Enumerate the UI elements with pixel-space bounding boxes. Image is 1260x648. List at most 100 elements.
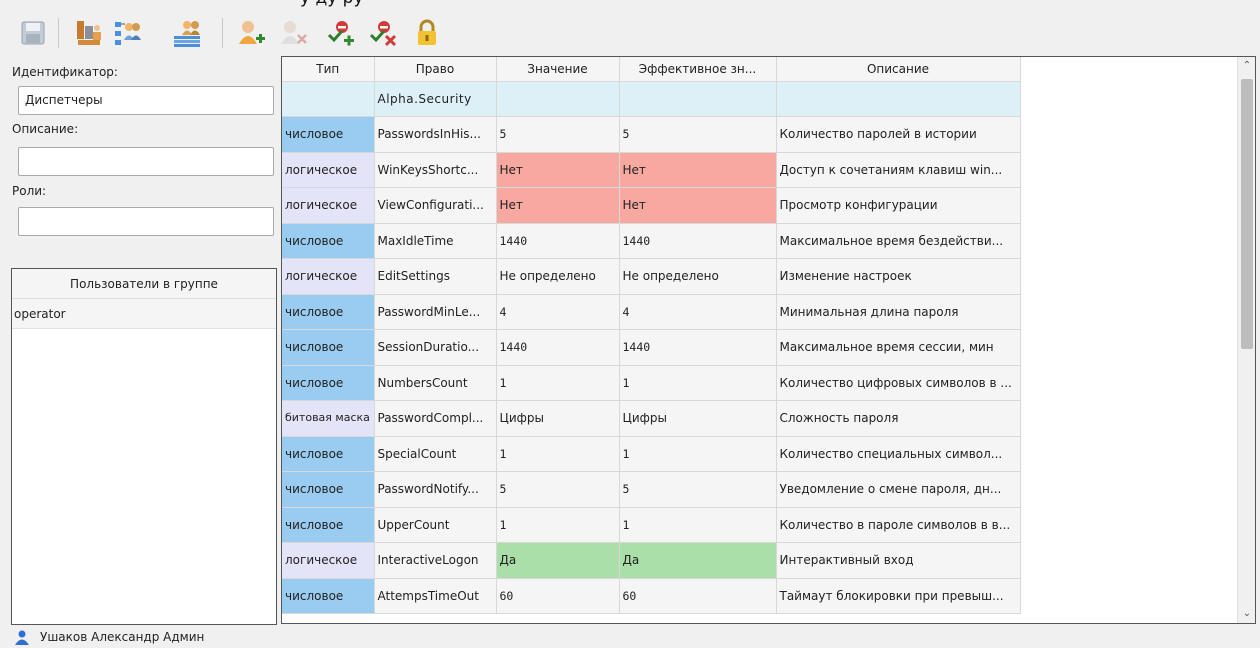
- effective-value-cell[interactable]: 5: [619, 471, 777, 508]
- group-tree-button[interactable]: [110, 16, 144, 50]
- value-cell[interactable]: Нет: [496, 152, 620, 188]
- value-cell[interactable]: 1: [496, 507, 620, 543]
- scrollbar-thumb[interactable]: [1241, 79, 1253, 349]
- right-name-cell[interactable]: PasswordMinLe...: [374, 294, 497, 330]
- column-header-description[interactable]: Описание: [776, 57, 1021, 82]
- description-field[interactable]: [18, 147, 274, 176]
- type-cell[interactable]: логическое: [282, 258, 375, 295]
- value-cell[interactable]: 5: [496, 471, 620, 508]
- group-row[interactable]: Alpha.Security: [282, 81, 1238, 117]
- effective-value-cell[interactable]: 1: [619, 436, 777, 472]
- table-row[interactable]: числовое PasswordMinLe... 4 4 Минимальная дл…: [282, 294, 1238, 330]
- description-cell[interactable]: Количество в пароле символов в в...: [776, 507, 1021, 543]
- right-name-cell[interactable]: InteractiveLogon: [374, 542, 497, 579]
- effective-value-cell[interactable]: Не определено: [619, 258, 777, 295]
- type-cell[interactable]: числовое: [282, 365, 375, 401]
- group-list-button[interactable]: [170, 16, 204, 50]
- table-row[interactable]: битовая маска PasswordCompl... Цифры Цифры С…: [282, 400, 1238, 437]
- table-row[interactable]: числовое PasswordNotify... 5 5 Уведомление о…: [282, 471, 1238, 508]
- description-cell[interactable]: Максимальное время сессии, мин: [776, 329, 1021, 366]
- table-row[interactable]: логическое InteractiveLogon Да Да Интерактив…: [282, 542, 1238, 579]
- type-cell[interactable]: битовая маска: [282, 400, 375, 437]
- description-cell[interactable]: Интерактивный вход: [776, 542, 1021, 579]
- effective-value-cell[interactable]: 60: [619, 578, 777, 614]
- table-row[interactable]: логическое ViewConfigurati... Нет Нет Просмо…: [282, 187, 1238, 224]
- table-row[interactable]: числовое AttempsTimeOut 60 60 Таймаут блокир…: [282, 578, 1238, 614]
- description-cell[interactable]: Изменение настроек: [776, 258, 1021, 295]
- effective-value-cell[interactable]: Нет: [619, 152, 777, 188]
- value-cell[interactable]: 60: [496, 578, 620, 614]
- effective-value-cell[interactable]: 1: [619, 365, 777, 401]
- column-header-effective-value[interactable]: Эффективное зн...: [619, 57, 777, 82]
- value-cell[interactable]: 1440: [496, 223, 620, 259]
- column-header-right[interactable]: Право: [374, 57, 497, 82]
- right-name-cell[interactable]: ViewConfigurati...: [374, 187, 497, 224]
- effective-value-cell[interactable]: Да: [619, 542, 777, 579]
- table-row[interactable]: логическое EditSettings Не определено Не оп…: [282, 258, 1238, 295]
- remove-user-button[interactable]: [276, 16, 310, 50]
- value-cell[interactable]: Нет: [496, 187, 620, 224]
- table-row[interactable]: числовое PasswordsInHis... 5 5 Количество па…: [282, 116, 1238, 153]
- right-name-cell[interactable]: NumbersCount: [374, 365, 497, 401]
- type-cell[interactable]: числовое: [282, 578, 375, 614]
- description-cell[interactable]: Минимальная длина пароля: [776, 294, 1021, 330]
- type-cell[interactable]: логическое: [282, 187, 375, 224]
- effective-value-cell[interactable]: 1440: [619, 223, 777, 259]
- right-name-cell[interactable]: PasswordsInHis...: [374, 116, 497, 153]
- effective-value-cell[interactable]: 1440: [619, 329, 777, 366]
- description-cell[interactable]: Максимальное время бездействи...: [776, 223, 1021, 259]
- column-header-value[interactable]: Значение: [496, 57, 620, 82]
- value-cell[interactable]: 1: [496, 436, 620, 472]
- value-cell[interactable]: 4: [496, 294, 620, 330]
- column-header-type[interactable]: Тип: [282, 57, 375, 82]
- type-cell[interactable]: числовое: [282, 507, 375, 543]
- effective-value-cell[interactable]: Цифры: [619, 400, 777, 437]
- table-vertical-scrollbar[interactable]: ⌃ ⌄: [1237, 57, 1255, 623]
- description-cell[interactable]: Доступ к сочетаниям клавиш win...: [776, 152, 1021, 188]
- right-name-cell[interactable]: AttempsTimeOut: [374, 578, 497, 614]
- roles-field[interactable]: [18, 207, 274, 236]
- type-cell[interactable]: числовое: [282, 436, 375, 472]
- description-cell[interactable]: Количество паролей в истории: [776, 116, 1021, 153]
- description-cell[interactable]: Количество цифровых символов в ...: [776, 365, 1021, 401]
- group-hierarchy-button[interactable]: [72, 16, 106, 50]
- type-cell[interactable]: логическое: [282, 542, 375, 579]
- lock-button[interactable]: [410, 16, 444, 50]
- table-row[interactable]: логическое WinKeysShortc... Нет Нет Доступ к…: [282, 152, 1238, 188]
- identifier-field[interactable]: Диспетчеры: [18, 86, 274, 115]
- type-cell[interactable]: числовое: [282, 471, 375, 508]
- table-row[interactable]: числовое SessionDuratio... 1440 1440 Максима…: [282, 329, 1238, 366]
- value-cell[interactable]: Цифры: [496, 400, 620, 437]
- value-cell[interactable]: 1: [496, 365, 620, 401]
- description-cell[interactable]: Количество специальных символ...: [776, 436, 1021, 472]
- right-name-cell[interactable]: EditSettings: [374, 258, 497, 295]
- table-row[interactable]: числовое SpecialCount 1 1 Количество специал…: [282, 436, 1238, 472]
- scroll-up-arrow-icon[interactable]: ⌃: [1238, 57, 1255, 75]
- description-cell[interactable]: Таймаут блокировки при превыш...: [776, 578, 1021, 614]
- scroll-down-arrow-icon[interactable]: ⌄: [1238, 605, 1255, 623]
- add-right-button[interactable]: [324, 16, 358, 50]
- type-cell[interactable]: числовое: [282, 116, 375, 153]
- right-name-cell[interactable]: WinKeysShortc...: [374, 152, 497, 188]
- save-button[interactable]: [16, 16, 50, 50]
- value-cell[interactable]: Не определено: [496, 258, 620, 295]
- table-row[interactable]: числовое UpperCount 1 1 Количество в пароле …: [282, 507, 1238, 543]
- effective-value-cell[interactable]: Нет: [619, 187, 777, 224]
- rights-table[interactable]: Тип Право Значение Эффективное зн... Опи…: [281, 56, 1256, 624]
- right-name-cell[interactable]: SessionDuratio...: [374, 329, 497, 366]
- type-cell[interactable]: числовое: [282, 294, 375, 330]
- right-name-cell[interactable]: PasswordCompl...: [374, 400, 497, 437]
- description-cell[interactable]: Уведомление о смене пароля, дн...: [776, 471, 1021, 508]
- type-cell[interactable]: логическое: [282, 152, 375, 188]
- right-name-cell[interactable]: UpperCount: [374, 507, 497, 543]
- description-cell[interactable]: Просмотр конфигурации: [776, 187, 1021, 224]
- right-name-cell[interactable]: SpecialCount: [374, 436, 497, 472]
- effective-value-cell[interactable]: 1: [619, 507, 777, 543]
- list-item[interactable]: operator: [12, 299, 276, 329]
- table-row[interactable]: числовое NumbersCount 1 1 Количество цифровы…: [282, 365, 1238, 401]
- effective-value-cell[interactable]: 4: [619, 294, 777, 330]
- type-cell[interactable]: числовое: [282, 329, 375, 366]
- description-cell[interactable]: Сложность пароля: [776, 400, 1021, 437]
- right-name-cell[interactable]: PasswordNotify...: [374, 471, 497, 508]
- value-cell[interactable]: 5: [496, 116, 620, 153]
